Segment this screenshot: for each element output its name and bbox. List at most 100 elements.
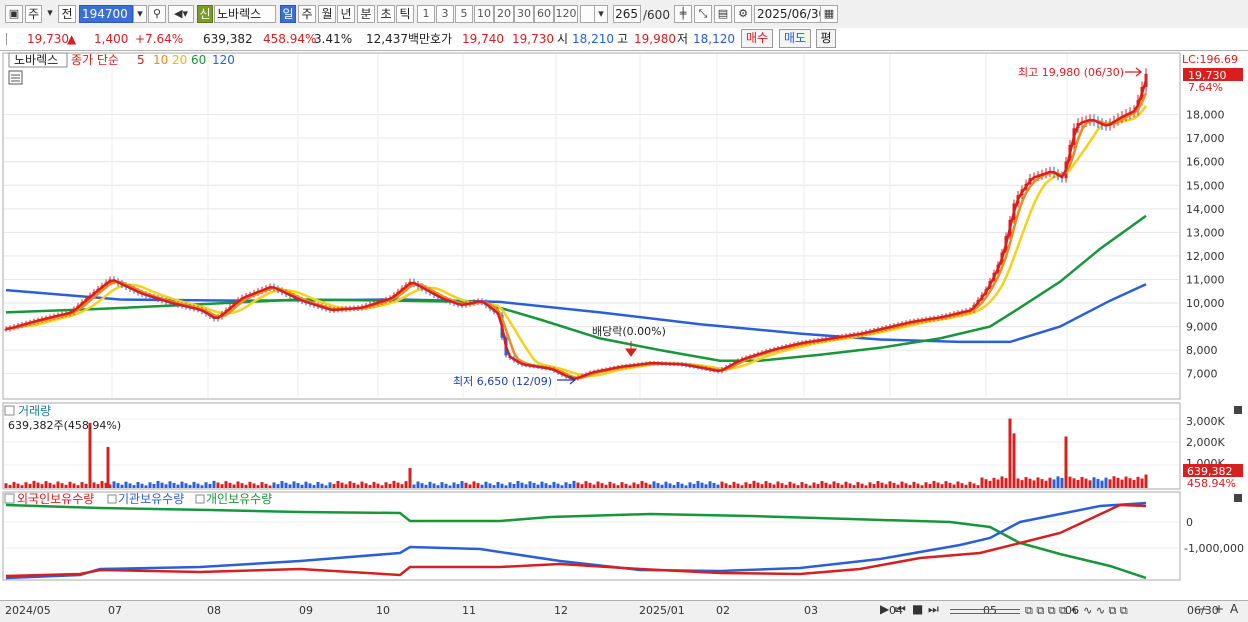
save-icon[interactable]: ▤ [714, 5, 732, 23]
price-panel [2, 52, 1181, 400]
x-label-08: 08 [207, 604, 221, 617]
interval-20[interactable]: 20 [494, 5, 514, 23]
volume-bar [28, 483, 32, 488]
trade-amount: 12,437백만 [366, 32, 431, 46]
calendar-icon[interactable]: ▦ [820, 5, 838, 23]
holdings-panel-close-icon[interactable] [1234, 494, 1242, 502]
volume-bar [448, 485, 452, 488]
interval-10[interactable]: 10 [474, 5, 494, 23]
tab-monthly[interactable]: 월 [318, 5, 336, 23]
volume-bar [1016, 478, 1020, 488]
forward-icon[interactable]: ⏭ [928, 602, 939, 617]
volume-bar [824, 482, 828, 488]
zoom-in-icon[interactable]: + [1214, 602, 1224, 616]
volume-bar [308, 483, 312, 488]
layout-icons[interactable]: ⧉ ⧉ ⧉ ⧉ ∿ ∿ ∿ ⧉ ⧉ [1025, 604, 1128, 618]
volume-bar [460, 481, 464, 488]
volume-bar [304, 481, 308, 488]
quote-divider [6, 33, 8, 45]
interval-5[interactable]: 5 [455, 5, 473, 23]
volume-panel-close-icon[interactable] [1234, 406, 1242, 414]
tab-yearly[interactable]: 년 [337, 5, 355, 23]
volume-bar [1056, 476, 1060, 488]
volume-bar [272, 482, 276, 488]
prev-button[interactable]: 전 [58, 5, 76, 23]
volume-bar [12, 481, 16, 488]
volume-bar [152, 484, 156, 488]
count-input[interactable]: 265 [613, 5, 641, 23]
tab-daily[interactable]: 일 [280, 5, 296, 23]
interval-1[interactable]: 1 [417, 5, 435, 23]
crosshair-icon[interactable]: ⤡ [694, 5, 712, 23]
volume-bar [80, 482, 84, 488]
tab-minute[interactable]: 분 [357, 5, 375, 23]
buy-button[interactable]: 매수 [741, 29, 773, 48]
window-icon[interactable]: ▣ [5, 5, 23, 23]
volume-spike-bar [1008, 418, 1012, 488]
chart-area[interactable]: 18,000 17,000 16,000 15,000 14,000 13,000 12,0… [0, 51, 1248, 601]
period-select[interactable]: 주 [25, 5, 42, 23]
candle-icon[interactable]: ╪ [674, 5, 692, 23]
volume-bar [532, 482, 536, 488]
date-input[interactable]: 2025/06/30 [754, 5, 826, 23]
volume-bar [240, 483, 244, 488]
volume-bar [868, 482, 872, 488]
volume-bar [1020, 480, 1024, 488]
chevron-down-icon[interactable]: ▾ [133, 5, 147, 23]
volume-bar [256, 485, 260, 488]
volume-bar [156, 480, 160, 488]
average-button[interactable]: 평 [816, 29, 836, 48]
stock-name: 노바렉스 [214, 5, 276, 23]
volume-bar [660, 484, 664, 488]
chart-svg[interactable]: 18,000 17,000 16,000 15,000 14,000 13,000 12,0… [0, 51, 1248, 601]
zoom-out-icon[interactable]: − [1198, 602, 1208, 616]
volume-spike-bar [1064, 436, 1068, 488]
volume-bar [564, 482, 568, 488]
holdings-panel-box-icon [4, 493, 15, 504]
volume-bar [160, 482, 164, 488]
interval-60[interactable]: 60 [534, 5, 554, 23]
volume-bar [68, 481, 72, 488]
volume-bar [348, 481, 352, 488]
gear-icon[interactable]: ⚙ [734, 5, 752, 23]
volume-bar [1048, 477, 1052, 488]
volume-bar [340, 482, 344, 488]
volume-bar [908, 484, 912, 488]
volume-bar [180, 481, 184, 488]
volume-bar [668, 483, 672, 488]
font-size-icon[interactable]: A [1230, 602, 1238, 616]
volume-bar [24, 482, 28, 488]
volume-bar [500, 483, 504, 488]
interval-3[interactable]: 3 [436, 5, 454, 23]
rewind-icon[interactable]: ⏮ [895, 602, 906, 617]
scroll-slider[interactable] [950, 609, 1020, 614]
volume-bar [928, 483, 932, 488]
stop-icon[interactable]: ■ [912, 602, 923, 616]
code-input[interactable]: 194700 [79, 5, 133, 23]
volume-bar [112, 481, 116, 488]
interval-120[interactable]: 120 [554, 5, 578, 23]
interval-30[interactable]: 30 [514, 5, 534, 23]
dividend-annotation: 배당락(0.00%) [592, 325, 666, 338]
search-icon[interactable]: ⚲ [148, 5, 166, 23]
open-label: 시 [557, 32, 569, 46]
volume-bar [1120, 479, 1124, 488]
tab-second[interactable]: 초 [377, 5, 395, 23]
sell-button[interactable]: 매도 [779, 29, 811, 48]
volume-bar [972, 483, 976, 488]
volume-bar [1096, 478, 1100, 488]
price-tick-label: 17,000 [1186, 132, 1225, 145]
volume-bar [892, 482, 896, 488]
volume-ratio: 458.94% [263, 32, 317, 46]
chevron-down-icon[interactable]: ▾ [594, 5, 608, 23]
tab-weekly[interactable]: 주 [298, 5, 316, 23]
volume-bar [200, 485, 204, 488]
tab-tick[interactable]: 틱 [396, 5, 414, 23]
chevron-down-icon[interactable]: ▾ [43, 5, 57, 23]
volume-bar [192, 481, 196, 488]
volume-bar [536, 484, 540, 488]
speaker-icon[interactable]: ◀▾ [168, 5, 194, 23]
play-icon[interactable]: ▶ [880, 602, 889, 616]
volume-bar [320, 483, 324, 488]
volume-bar [172, 482, 176, 488]
